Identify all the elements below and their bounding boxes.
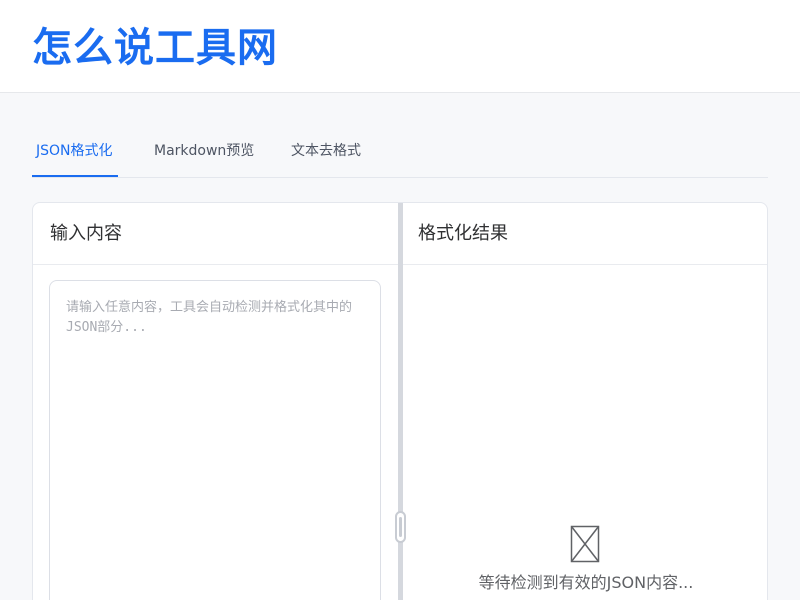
app-header: 怎么说工具网 (0, 0, 800, 93)
empty-state-message: 等待检测到有效的JSON内容... (478, 573, 694, 592)
active-tab-indicator (32, 175, 118, 177)
output-empty-state: 等待检测到有效的JSON内容... (403, 525, 767, 600)
tab-text-unformat[interactable]: 文本去格式 (291, 128, 361, 178)
tool-tabs: JSON格式化 Markdown预览 文本去格式 (32, 128, 768, 178)
tab-json-formatter[interactable]: JSON格式化 (36, 128, 113, 178)
site-logo[interactable]: 怎么说工具网 (32, 20, 278, 76)
json-input-textarea[interactable] (49, 280, 381, 600)
tab-markdown-preview[interactable]: Markdown预览 (154, 128, 254, 178)
broken-image-icon (570, 525, 600, 563)
input-pane-title: 输入内容 (50, 223, 122, 244)
input-pane-header: 输入内容 (33, 203, 398, 265)
output-pane-title: 格式化结果 (418, 223, 508, 244)
formatter-panel: 输入内容 格式化结果 等待检测到有效的JSON内容... (32, 202, 768, 600)
output-pane-header: 格式化结果 (403, 203, 767, 265)
